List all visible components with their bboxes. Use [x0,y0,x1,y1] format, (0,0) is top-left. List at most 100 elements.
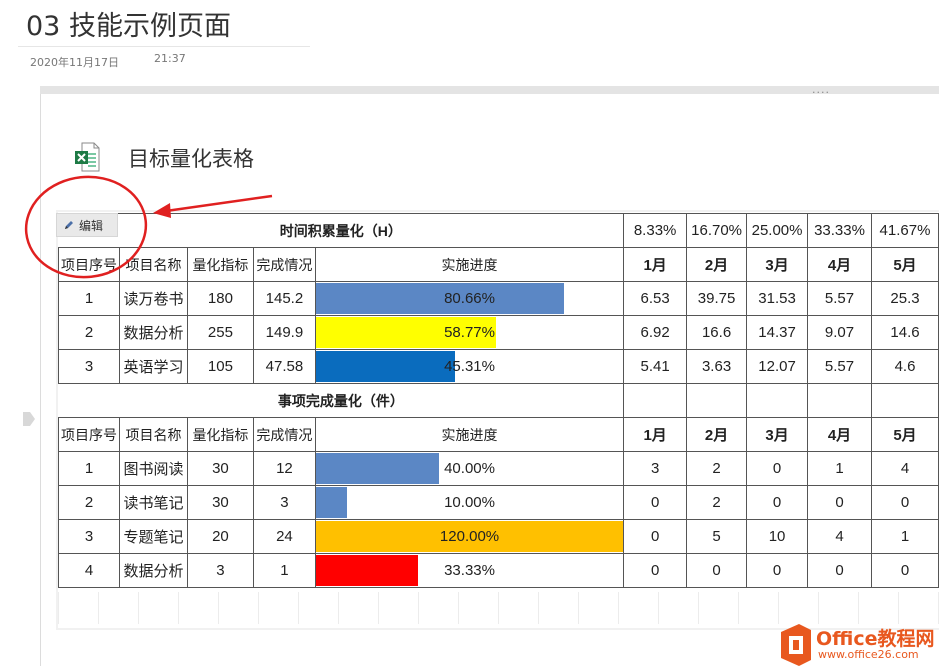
month-value-cell[interactable]: 0 [746,451,809,486]
drag-handle-dots[interactable]: .... [812,84,830,95]
month-header[interactable]: 1月 [623,247,688,282]
month-value-cell[interactable]: 5.41 [623,349,688,384]
item-number-cell[interactable]: 2 [58,315,120,350]
column-header[interactable]: 完成情况 [252,247,316,282]
month-value-cell[interactable]: 1 [870,519,939,554]
completed-cell[interactable]: 3 [252,485,316,520]
item-name-cell[interactable]: 专题笔记 [118,519,188,554]
month-header[interactable]: 2月 [686,247,748,282]
item-name-cell[interactable]: 英语学习 [118,349,188,384]
progress-cell[interactable]: 58.77% [314,315,625,350]
month-value-cell[interactable]: 0 [623,519,688,554]
target-cell[interactable]: 30 [186,485,254,520]
month-header[interactable]: 1月 [623,417,688,452]
month-value-cell[interactable]: 0 [686,553,748,588]
month-value-cell[interactable]: 4 [870,451,939,486]
month-value-cell[interactable]: 6.92 [623,315,688,350]
month-percent-cell[interactable]: 41.67% [870,213,939,248]
month-value-cell[interactable]: 6.53 [623,281,688,316]
completed-cell[interactable]: 12 [252,451,316,486]
month-value-cell[interactable]: 12.07 [746,349,809,384]
item-number-cell[interactable]: 3 [58,349,120,384]
item-name-cell[interactable]: 图书阅读 [118,451,188,486]
completed-cell[interactable]: 24 [252,519,316,554]
empty-cell[interactable] [870,383,939,418]
month-percent-cell[interactable]: 25.00% [746,213,809,248]
month-header[interactable]: 3月 [746,247,809,282]
column-header[interactable]: 实施进度 [314,247,625,282]
item-name-cell[interactable]: 数据分析 [118,553,188,588]
progress-cell[interactable]: 40.00% [314,451,625,486]
empty-cell[interactable] [686,383,748,418]
section-title[interactable]: 时间积累量化（H） [58,213,624,248]
item-name-cell[interactable]: 读书笔记 [118,485,188,520]
month-value-cell[interactable]: 0 [807,553,872,588]
month-percent-cell[interactable]: 33.33% [807,213,872,248]
column-header[interactable]: 项目名称 [118,417,188,452]
column-header[interactable]: 实施进度 [314,417,625,452]
month-value-cell[interactable]: 2 [686,485,748,520]
month-value-cell[interactable]: 9.07 [807,315,872,350]
section-title[interactable]: 事项完成量化（件） [58,383,624,418]
empty-cell[interactable] [746,383,809,418]
month-value-cell[interactable]: 5.57 [807,281,872,316]
progress-cell[interactable]: 10.00% [314,485,625,520]
progress-cell[interactable]: 80.66% [314,281,625,316]
column-header[interactable]: 项目序号 [58,417,120,452]
month-value-cell[interactable]: 31.53 [746,281,809,316]
month-value-cell[interactable]: 14.6 [870,315,939,350]
target-cell[interactable]: 3 [186,553,254,588]
column-header[interactable]: 完成情况 [252,417,316,452]
month-value-cell[interactable]: 0 [746,485,809,520]
column-header[interactable]: 量化指标 [186,417,254,452]
item-number-cell[interactable]: 1 [58,281,120,316]
item-name-cell[interactable]: 读万卷书 [118,281,188,316]
empty-cell[interactable] [623,383,688,418]
month-percent-cell[interactable]: 16.70% [686,213,748,248]
target-cell[interactable]: 20 [186,519,254,554]
embed-top-bar[interactable] [40,86,939,94]
month-value-cell[interactable]: 10 [746,519,809,554]
progress-cell[interactable]: 120.00% [314,519,625,554]
edit-button[interactable]: 编辑 [56,213,118,237]
completed-cell[interactable]: 149.9 [252,315,316,350]
month-value-cell[interactable]: 0 [870,485,939,520]
month-header[interactable]: 5月 [870,247,939,282]
month-header[interactable]: 4月 [807,417,872,452]
target-cell[interactable]: 180 [186,281,254,316]
month-value-cell[interactable]: 14.37 [746,315,809,350]
progress-cell[interactable]: 33.33% [314,553,625,588]
completed-cell[interactable]: 47.58 [252,349,316,384]
column-header[interactable]: 项目名称 [118,247,188,282]
item-number-cell[interactable]: 3 [58,519,120,554]
month-header[interactable]: 5月 [870,417,939,452]
month-value-cell[interactable]: 0 [807,485,872,520]
month-value-cell[interactable]: 5 [686,519,748,554]
month-value-cell[interactable]: 3.63 [686,349,748,384]
month-header[interactable]: 2月 [686,417,748,452]
target-cell[interactable]: 30 [186,451,254,486]
empty-cell[interactable] [807,383,872,418]
month-value-cell[interactable]: 3 [623,451,688,486]
month-header[interactable]: 3月 [746,417,809,452]
item-number-cell[interactable]: 2 [58,485,120,520]
month-value-cell[interactable]: 2 [686,451,748,486]
month-value-cell[interactable]: 39.75 [686,281,748,316]
month-value-cell[interactable]: 0 [623,485,688,520]
month-header[interactable]: 4月 [807,247,872,282]
month-value-cell[interactable]: 4 [807,519,872,554]
month-value-cell[interactable]: 0 [870,553,939,588]
month-value-cell[interactable]: 0 [623,553,688,588]
completed-cell[interactable]: 1 [252,553,316,588]
month-value-cell[interactable]: 0 [746,553,809,588]
target-cell[interactable]: 105 [186,349,254,384]
month-value-cell[interactable]: 4.6 [870,349,939,384]
item-number-cell[interactable]: 4 [58,553,120,588]
month-value-cell[interactable]: 25.3 [870,281,939,316]
column-header[interactable]: 项目序号 [58,247,120,282]
month-percent-cell[interactable]: 8.33% [623,213,688,248]
target-cell[interactable]: 255 [186,315,254,350]
month-value-cell[interactable]: 16.6 [686,315,748,350]
month-value-cell[interactable]: 1 [807,451,872,486]
item-number-cell[interactable]: 1 [58,451,120,486]
